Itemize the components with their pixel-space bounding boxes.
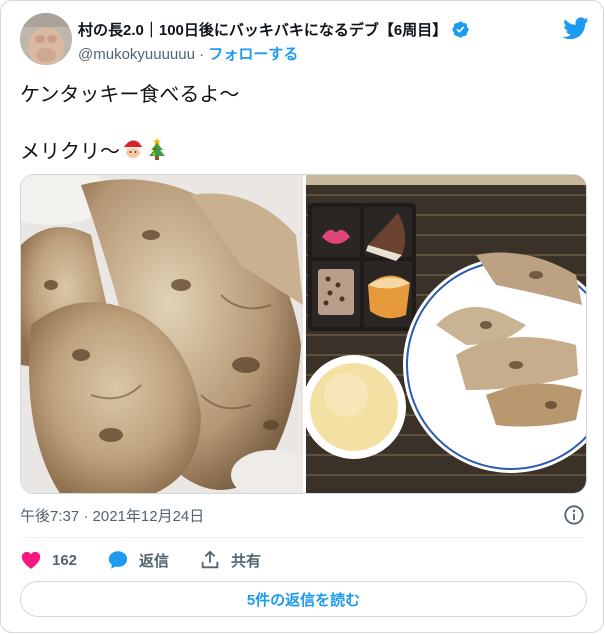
divider: [20, 537, 585, 538]
tweet-media[interactable]: [20, 174, 587, 494]
separator-dot: ·: [199, 46, 205, 63]
handle[interactable]: @mukokyuuuuuu: [78, 46, 195, 63]
like-button[interactable]: 162: [20, 549, 77, 571]
reply-button[interactable]: 返信: [107, 549, 169, 571]
speech-bubble-icon: [107, 549, 129, 571]
name-line: 村の長2.0｜100日後にバッキバキになるデブ【6周目】: [78, 19, 470, 40]
tweet-text-line-3-text: メリクリ〜: [20, 141, 120, 163]
avatar[interactable]: [20, 13, 72, 65]
santa-emoji-icon: [120, 137, 146, 169]
tweet-card: 村の長2.0｜100日後にバッキバキになるデブ【6周目】 @mukokyuuuu…: [0, 0, 604, 633]
verified-badge-icon: [451, 20, 470, 39]
heart-icon: [20, 549, 42, 571]
share-upload-icon: [199, 549, 221, 571]
handle-line: @mukokyuuuuuu · フォローする: [78, 43, 298, 64]
action-bar: 162 返信 共有: [20, 545, 291, 575]
info-icon[interactable]: [563, 504, 585, 526]
tweet-text-line-1: ケンタッキー食べるよ〜: [20, 84, 240, 106]
tweet-text-line-3: メリクリ〜: [20, 137, 239, 165]
tweet-timestamp[interactable]: 午後7:37 · 2021年12月24日: [20, 505, 204, 526]
christmas-tree-emoji-icon: [146, 137, 168, 169]
twitter-bird-icon[interactable]: [562, 17, 589, 40]
reply-label: 返信: [139, 552, 170, 570]
display-name[interactable]: 村の長2.0｜100日後にバッキバキになるデブ【6周目】: [78, 19, 447, 40]
photo-table-overview[interactable]: [302, 175, 586, 493]
view-replies-button[interactable]: 5件の返信を読む: [20, 581, 587, 617]
share-button[interactable]: 共有: [199, 549, 261, 571]
follow-button[interactable]: フォローする: [208, 46, 298, 63]
tweet-header: 村の長2.0｜100日後にバッキバキになるデブ【6周目】 @mukokyuuuu…: [20, 13, 589, 65]
tweet-text: ケンタッキー食べるよ〜 メリクリ〜: [20, 81, 239, 165]
like-count: 162: [52, 551, 78, 569]
share-label: 共有: [231, 552, 262, 570]
photo-fried-chicken-closeup[interactable]: [21, 175, 311, 493]
tweet-text-line-2: [20, 109, 239, 137]
